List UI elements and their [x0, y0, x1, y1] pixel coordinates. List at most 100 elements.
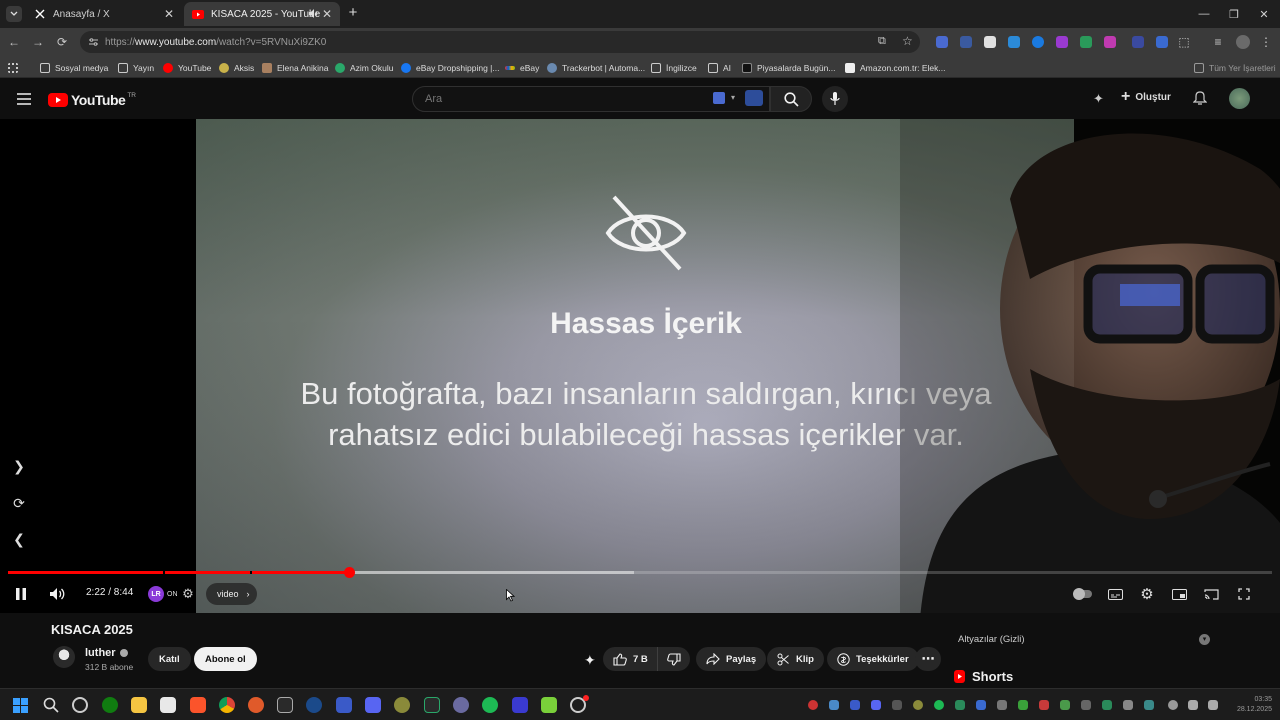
- tray-icon[interactable]: [934, 700, 944, 710]
- extension-icon[interactable]: [1132, 36, 1144, 48]
- microphone-tray-icon[interactable]: [1168, 700, 1178, 710]
- tray-icon[interactable]: [850, 700, 860, 710]
- profile-avatar[interactable]: [1236, 35, 1250, 49]
- xbox-icon[interactable]: [102, 697, 118, 713]
- back-arrow-icon[interactable]: ←: [6, 34, 22, 50]
- tray-icon[interactable]: [1081, 700, 1091, 710]
- chevron-down-icon[interactable]: ▾: [731, 93, 735, 102]
- close-tab-icon[interactable]: ✕: [320, 7, 334, 21]
- system-clock[interactable]: 03:35 28.12.2025: [1237, 695, 1272, 715]
- tab-x[interactable]: Anasayfa / X ✕: [26, 2, 182, 26]
- extension-icon[interactable]: [960, 36, 972, 48]
- translate-extension-icon[interactable]: [713, 92, 725, 104]
- extension-icon[interactable]: [1032, 36, 1044, 48]
- bookmark-star-icon[interactable]: ☆: [902, 34, 913, 48]
- microsoft-store-icon[interactable]: [160, 697, 176, 713]
- taskbar-app-icon[interactable]: [72, 697, 88, 713]
- minimize-window-icon[interactable]: —: [1196, 6, 1212, 22]
- subtitles-icon[interactable]: [1107, 584, 1123, 604]
- close-tab-icon[interactable]: ✕: [162, 7, 176, 21]
- tray-icon[interactable]: [871, 700, 881, 710]
- spotify-icon[interactable]: [482, 697, 498, 713]
- epic-games-icon[interactable]: [277, 697, 293, 713]
- close-window-icon[interactable]: ✕: [1256, 6, 1272, 22]
- tray-icon[interactable]: [997, 700, 1007, 710]
- extension-icon[interactable]: [1080, 36, 1092, 48]
- pause-button[interactable]: [12, 584, 30, 604]
- like-button[interactable]: 7 B: [603, 647, 658, 671]
- subscribe-button[interactable]: Abone ol: [194, 647, 257, 671]
- new-tab-button[interactable]: +: [346, 5, 360, 20]
- taskbar-app-icon[interactable]: [424, 697, 440, 713]
- join-button[interactable]: Katıl: [148, 647, 191, 671]
- volume-button[interactable]: [47, 584, 67, 604]
- youtube-logo[interactable]: YouTube TR: [48, 92, 136, 108]
- extension-icon[interactable]: [1156, 36, 1168, 48]
- reading-list-icon[interactable]: ≡: [1210, 34, 1226, 50]
- search-button[interactable]: [770, 86, 812, 112]
- chevron-left-icon[interactable]: ❮: [11, 531, 27, 547]
- windows-start-icon[interactable]: [13, 698, 28, 713]
- volume-tray-icon[interactable]: [1208, 700, 1218, 710]
- menu-kebab-icon[interactable]: ⋮: [1258, 34, 1274, 50]
- tray-icon[interactable]: [1060, 700, 1070, 710]
- bookmark-link[interactable]: eBay: [505, 61, 539, 74]
- bookmark-link[interactable]: Amazon.com.tr: Elek...: [845, 61, 946, 74]
- video-player[interactable]: Hassas İçerik Bu fotoğrafta, bazı insanl…: [0, 119, 1280, 613]
- account-avatar[interactable]: [1229, 88, 1250, 109]
- bookmark-link[interactable]: Piyasalarda Bugün...: [742, 61, 835, 74]
- taskbar-app-icon[interactable]: [336, 697, 352, 713]
- taskbar-app-icon[interactable]: [394, 697, 410, 713]
- restore-window-icon[interactable]: ❐: [1226, 6, 1242, 22]
- voice-search-button[interactable]: [822, 86, 848, 112]
- bookmark-folder[interactable]: Yayın: [118, 61, 154, 74]
- tray-icon[interactable]: [808, 700, 818, 710]
- brave-browser-icon[interactable]: [190, 697, 206, 713]
- extension-puzzle-icon[interactable]: ✦: [1093, 91, 1107, 106]
- captions-panel-header[interactable]: Altyazılar (Gizli) ▾: [946, 626, 1222, 652]
- extensions-puzzle-icon[interactable]: ⬚: [1176, 34, 1192, 50]
- taskbar-app-icon[interactable]: [512, 697, 528, 713]
- reload-icon[interactable]: ⟳: [54, 34, 70, 50]
- extension-icon[interactable]: [936, 36, 948, 48]
- chevron-right-icon[interactable]: ❯: [11, 458, 27, 474]
- bookmark-link[interactable]: Azim Okulu: [335, 61, 393, 74]
- taskbar-search-icon[interactable]: [43, 697, 59, 713]
- settings-gear-icon[interactable]: ⚙: [1139, 584, 1155, 604]
- bookmark-link[interactable]: eBay Dropshipping |...: [401, 61, 499, 74]
- tab-youtube[interactable]: KISACA 2025 - YouTube ✕: [184, 2, 340, 26]
- more-actions-button[interactable]: ⋯: [915, 647, 941, 671]
- chapter-button[interactable]: video ›: [206, 583, 257, 605]
- tray-icon[interactable]: [1144, 700, 1154, 710]
- create-button[interactable]: + Oluştur: [1121, 89, 1171, 105]
- taskbar-app-icon[interactable]: [541, 697, 557, 713]
- tray-icon[interactable]: [976, 700, 986, 710]
- bookmark-link[interactable]: YouTube: [163, 61, 211, 74]
- tray-icon[interactable]: [1039, 700, 1049, 710]
- hamburger-menu-icon[interactable]: [17, 93, 31, 105]
- bookmark-folder[interactable]: AI: [708, 61, 731, 74]
- extension-icon[interactable]: [1056, 36, 1068, 48]
- bookmark-link[interactable]: Elena Anikina: [262, 61, 329, 74]
- tray-icon[interactable]: [829, 700, 839, 710]
- autoplay-toggle[interactable]: [1073, 584, 1093, 604]
- tray-icon[interactable]: [892, 700, 902, 710]
- audio-playing-icon[interactable]: [308, 8, 319, 19]
- dislike-button[interactable]: [657, 647, 690, 671]
- clip-button[interactable]: Klip: [767, 647, 824, 671]
- discord-icon[interactable]: [365, 697, 381, 713]
- extension-puzzle-icon[interactable]: ✦: [584, 652, 596, 669]
- extension-settings-icon[interactable]: ⚙: [181, 584, 195, 604]
- extension-icon[interactable]: [1008, 36, 1020, 48]
- forward-arrow-icon[interactable]: →: [30, 34, 46, 50]
- channel-avatar[interactable]: [53, 646, 75, 668]
- tray-icon[interactable]: [1102, 700, 1112, 710]
- share-button[interactable]: Paylaş: [696, 647, 767, 671]
- miniplayer-icon[interactable]: [1171, 584, 1187, 604]
- apps-grid-icon[interactable]: [8, 61, 23, 74]
- file-explorer-icon[interactable]: [131, 697, 147, 713]
- bookmark-folder[interactable]: Sosyal medya: [40, 61, 108, 74]
- language-reactor-toggle[interactable]: LR ON: [148, 584, 178, 604]
- tray-icon[interactable]: [913, 700, 923, 710]
- chrome-icon[interactable]: [219, 697, 235, 713]
